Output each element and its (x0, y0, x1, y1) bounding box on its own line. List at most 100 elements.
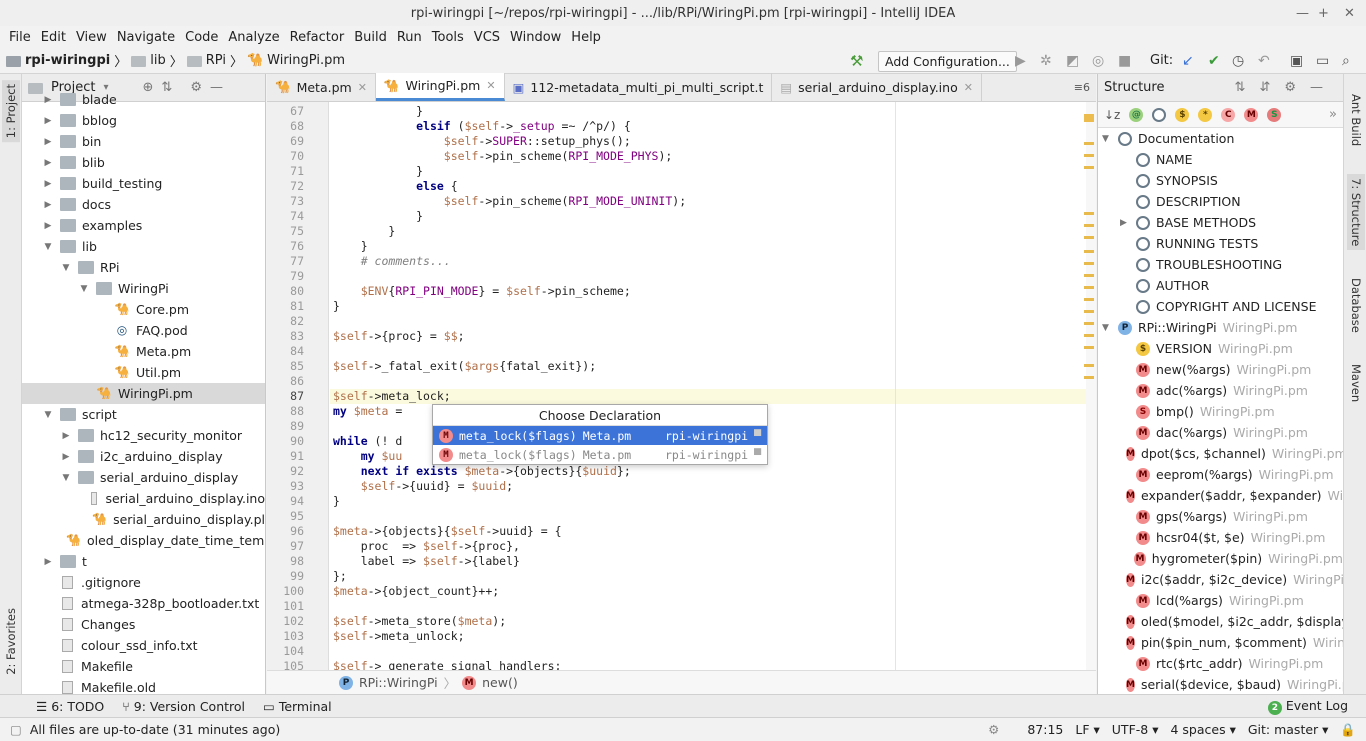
menu-code[interactable]: Code (180, 30, 223, 45)
line-number[interactable]: 90 (267, 434, 328, 449)
tree-item[interactable]: Changes (22, 614, 265, 635)
menu-file[interactable]: File (4, 30, 36, 45)
line-number[interactable]: 79 (267, 269, 328, 284)
close-tab-icon[interactable]: ✕ (486, 79, 495, 92)
menu-help[interactable]: Help (566, 30, 606, 45)
line-separator[interactable]: LF ▾ (1075, 722, 1099, 737)
warning-marker[interactable] (1084, 236, 1094, 239)
code-line[interactable] (330, 269, 1096, 284)
line-number[interactable]: 97 (267, 539, 328, 554)
line-number[interactable]: 72 (267, 179, 328, 194)
filter-globs-icon[interactable]: * (1198, 107, 1213, 122)
chevron-down-icon[interactable]: ▼ (60, 473, 72, 483)
lock-icon[interactable]: 🔒 (1340, 722, 1356, 738)
warning-marker[interactable] (1084, 166, 1094, 169)
line-number[interactable]: 101 (267, 599, 328, 614)
code-line[interactable] (330, 314, 1096, 329)
code-line[interactable]: $self->{uuid} = $uuid; (330, 479, 1096, 494)
chevron-right-icon[interactable]: ▶ (42, 200, 54, 210)
chevron-down-icon[interactable]: ▼ (1102, 323, 1112, 333)
tree-item[interactable]: 🐪 Core.pm (22, 299, 265, 320)
line-number[interactable]: 70 (267, 149, 328, 164)
maximize-icon[interactable]: + (1318, 0, 1329, 28)
filter-methods-icon[interactable]: M (1244, 107, 1259, 122)
chevron-down-icon[interactable]: ▼ (78, 284, 90, 294)
line-number[interactable]: 86 (267, 374, 328, 389)
menu-edit[interactable]: Edit (36, 30, 71, 45)
structure-item[interactable]: Mpin($pin_num, $comment) WiringPi (1098, 632, 1343, 653)
line-number[interactable]: 96 (267, 524, 328, 539)
structure-item[interactable]: SYNOPSIS (1098, 170, 1343, 191)
tabs-overflow[interactable]: ≡ 6 (1074, 73, 1096, 101)
warning-marker[interactable] (1084, 274, 1094, 277)
structure-item[interactable]: Mhcsr04($t, $e) WiringPi.pm (1098, 527, 1343, 548)
structure-item[interactable]: RUNNING TESTS (1098, 233, 1343, 254)
warning-marker[interactable] (1084, 262, 1094, 265)
error-stripe[interactable] (1084, 102, 1096, 670)
code-line[interactable]: $meta->{objects}{$self->uuid} = { (330, 524, 1096, 539)
breadcrumb-method[interactable]: new() (482, 675, 518, 690)
menu-vcs[interactable]: VCS (469, 30, 505, 45)
tab-metadata-test[interactable]: ▣ 112-metadata_multi_pi_multi_script.t (505, 73, 773, 101)
line-number[interactable]: 89 (267, 419, 328, 434)
coverage-icon[interactable]: ◩ (1066, 53, 1079, 69)
line-number[interactable]: 75 (267, 224, 328, 239)
code-line[interactable]: elsif ($self->_setup =~ /^p/) { (330, 119, 1096, 134)
structure-item[interactable]: Mdac(%args) WiringPi.pm (1098, 422, 1343, 443)
chevron-right-icon[interactable]: ▶ (42, 557, 54, 567)
tool-tab-project[interactable]: 1: Project (2, 80, 20, 143)
chevron-right-icon[interactable]: ▶ (42, 221, 54, 231)
line-number[interactable]: 102 (267, 614, 328, 629)
line-number[interactable]: 100 (267, 584, 328, 599)
warning-marker[interactable] (1084, 376, 1094, 379)
code-line[interactable]: $self->pin_scheme(RPI_MODE_UNINIT); (330, 194, 1096, 209)
warning-marker[interactable] (1084, 224, 1094, 227)
structure-item[interactable]: TROUBLESHOOTING (1098, 254, 1343, 275)
code-line[interactable]: label => $self->{label} (330, 554, 1096, 569)
filter-constants-icon[interactable]: C (1221, 107, 1236, 122)
debug-icon[interactable]: ✲ (1040, 53, 1052, 69)
chevron-right-icon[interactable]: ▶ (42, 95, 54, 105)
breadcrumb-lib[interactable]: lib (131, 53, 166, 68)
event-log-tab[interactable]: 2 Event Log (1267, 698, 1348, 715)
structure-item[interactable]: Madc(%args) WiringPi.pm (1098, 380, 1343, 401)
tree-item[interactable]: ▶ blib (22, 152, 265, 173)
tree-item[interactable]: ▶ bin (22, 131, 265, 152)
tree-item[interactable]: ▼ RPi (22, 257, 265, 278)
structure-item[interactable]: Mserial($device, $baud) WiringPi.pm (1098, 674, 1343, 694)
code-line[interactable]: $self->pin_scheme(RPI_MODE_PHYS); (330, 149, 1096, 164)
line-number[interactable]: 68 (267, 119, 328, 134)
code-line[interactable]: # comments... (330, 254, 1096, 269)
code-line[interactable]: $ENV{RPI_PIN_MODE} = $self->pin_scheme; (330, 284, 1096, 299)
line-number[interactable]: 99 (267, 569, 328, 584)
line-number[interactable]: 93 (267, 479, 328, 494)
structure-item[interactable]: Mrtc($rtc_addr) WiringPi.pm (1098, 653, 1343, 674)
code-line[interactable]: $self->_fatal_exit($args{fatal_exit}); (330, 359, 1096, 374)
code-line[interactable] (330, 509, 1096, 524)
structure-item[interactable]: ▼ P RPi::WiringPi WiringPi.pm (1098, 317, 1343, 338)
chevron-right-icon[interactable]: ▶ (1120, 218, 1130, 228)
build-hammer-icon[interactable]: ⚒ (850, 52, 863, 70)
code-line[interactable] (330, 344, 1096, 359)
code-line[interactable]: } (330, 239, 1096, 254)
tree-item[interactable]: 🐪 Meta.pm (22, 341, 265, 362)
tree-item[interactable]: ▶ blade (22, 89, 265, 110)
line-number[interactable]: 71 (267, 164, 328, 179)
tree-item[interactable]: ▶ i2c_arduino_display (22, 446, 265, 467)
structure-item[interactable]: Mnew(%args) WiringPi.pm (1098, 359, 1343, 380)
sync-icon[interactable]: ⚙ (988, 722, 999, 737)
version-control-tab[interactable]: ⑂ 9: Version Control (122, 699, 245, 714)
line-number[interactable]: 85 (267, 359, 328, 374)
tree-item[interactable]: colour_ssd_info.txt (22, 635, 265, 656)
line-number[interactable]: 76 (267, 239, 328, 254)
tab-meta[interactable]: 🐪 Meta.pm ✕ (267, 73, 376, 101)
warning-marker[interactable] (1084, 298, 1094, 301)
tree-item[interactable]: ▼ WiringPi (22, 278, 265, 299)
search-icon[interactable]: ⌕ (1342, 53, 1350, 69)
line-number[interactable]: 95 (267, 509, 328, 524)
filter-pod-icon[interactable] (1152, 107, 1167, 122)
code-line[interactable]: } (330, 104, 1096, 119)
structure-item[interactable]: Mdpot($cs, $channel) WiringPi.pm (1098, 443, 1343, 464)
warning-marker[interactable] (1084, 250, 1094, 253)
chevron-down-icon[interactable]: ▼ (42, 410, 54, 420)
